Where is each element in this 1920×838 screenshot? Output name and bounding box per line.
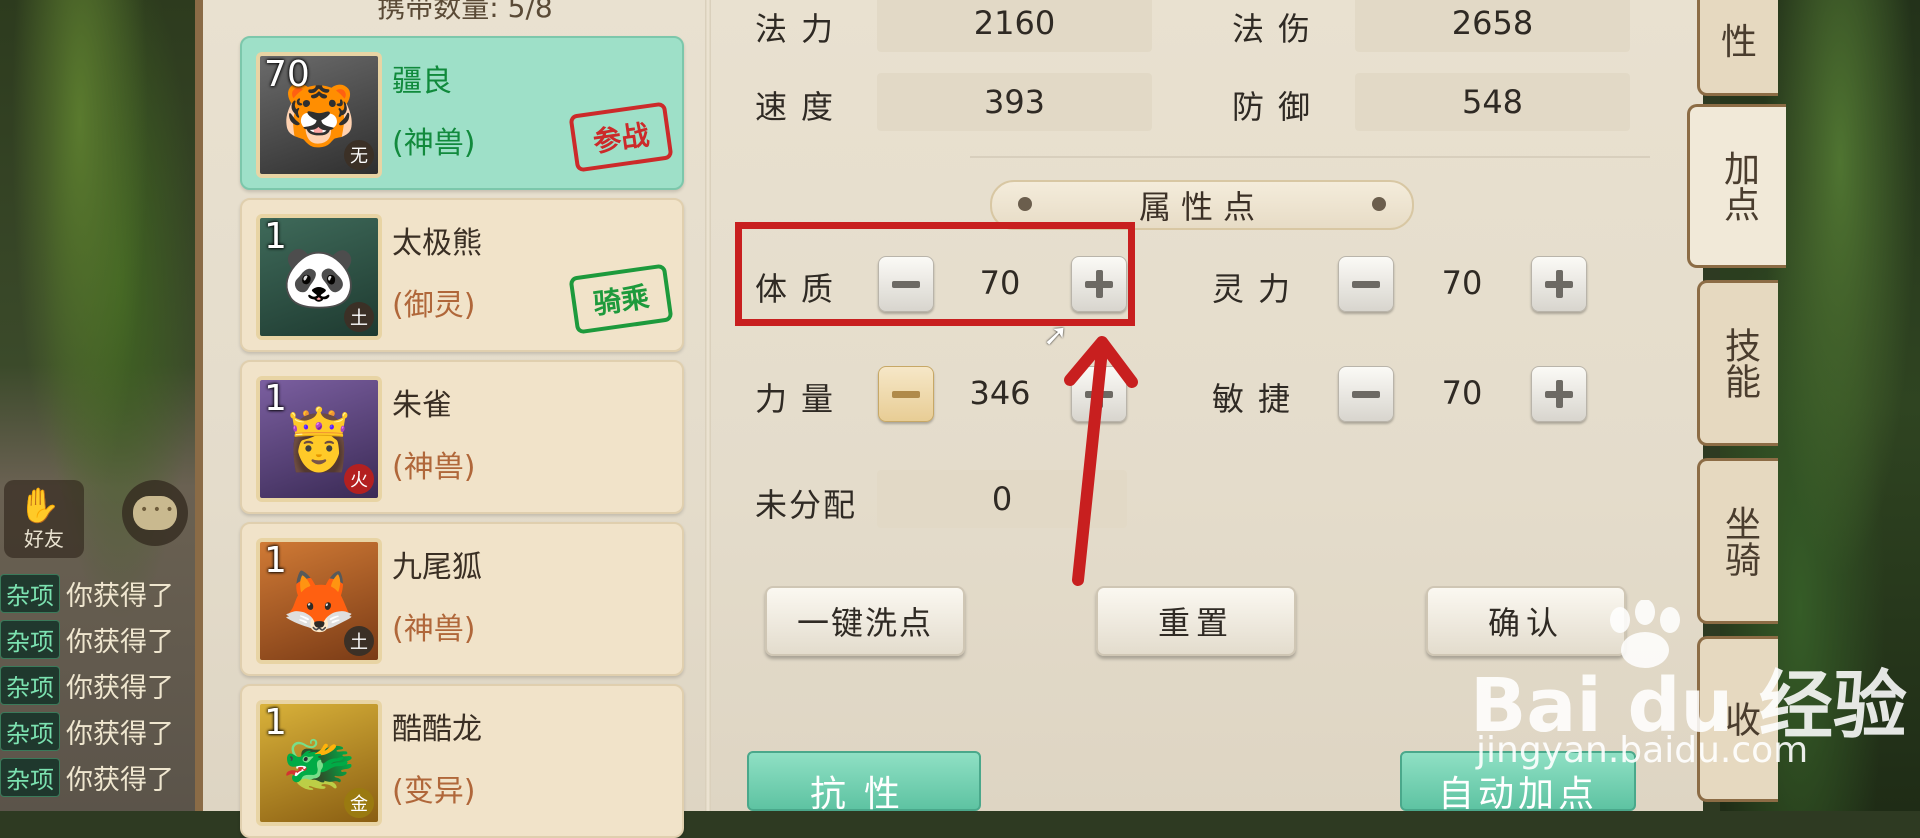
chat-tag: 杂项 [0, 711, 60, 751]
banner-rivet-icon [1372, 197, 1386, 211]
defense-value: 548 [1355, 73, 1630, 131]
chat-tag: 杂项 [0, 573, 60, 613]
minus-icon [1352, 391, 1380, 398]
highlight-frame [735, 222, 1135, 326]
strength-minus-button[interactable] [878, 366, 934, 422]
pet-portrait: 👸 1 火 [256, 376, 382, 502]
tab-label: 技能 [1719, 327, 1760, 399]
chat-line: 杂项 你获得了 [0, 662, 190, 708]
pet-level: 1 [264, 216, 287, 257]
handshake-icon: ✋ [18, 486, 61, 526]
pet-level: 70 [264, 54, 310, 95]
panel-divider [705, 0, 711, 811]
resistance-button[interactable]: 抗性 [747, 751, 981, 815]
riding-stamp: 骑乘 [568, 263, 674, 335]
pet-name: 酷酷龙 [392, 712, 482, 747]
element-badge: 土 [344, 302, 374, 332]
pet-name: 九尾狐 [392, 550, 482, 585]
speed-label: 速度 [755, 88, 848, 126]
chat-line: 杂项 你获得了 [0, 708, 190, 754]
chat-text: 你获得了 [66, 626, 174, 658]
chat-tag: 杂项 [0, 665, 60, 705]
spirit-value: 70 [1441, 264, 1483, 302]
divider-line [970, 156, 1650, 158]
tab-label: 坐骑 [1719, 505, 1760, 577]
pet-name: 太极熊 [392, 226, 482, 261]
pet-type: (神兽) [392, 612, 476, 647]
pet-card-taiji-bear[interactable]: 🐼 1 土 太极熊 (御灵) 骑乘 [240, 198, 684, 352]
minus-icon [892, 391, 920, 398]
pet-type: (御灵) [392, 288, 476, 323]
strength-label: 力量 [755, 380, 848, 418]
spirit-minus-button[interactable] [1338, 256, 1394, 312]
agility-minus-button[interactable] [1338, 366, 1394, 422]
friends-label: 好友 [24, 527, 64, 551]
chat-bubble-icon [133, 496, 177, 530]
chat-text: 你获得了 [66, 672, 174, 704]
baidu-watermark: Bai du 经验 jingyan.baidu.com [1470, 600, 1910, 800]
element-badge: 火 [344, 464, 374, 494]
tab-skills[interactable]: 技能 [1697, 280, 1778, 446]
banner-rivet-icon [1018, 197, 1032, 211]
chat-tag: 杂项 [0, 757, 60, 797]
element-badge: 金 [344, 788, 374, 818]
chat-tag: 杂项 [0, 619, 60, 659]
tab-attributes[interactable]: 性 [1697, 0, 1778, 96]
pet-count-header: 携带数量: 5/8 [377, 0, 553, 24]
friends-button[interactable]: ✋ 好友 [4, 480, 84, 558]
element-badge: 无 [344, 140, 374, 170]
reset-button[interactable]: 重置 [1096, 586, 1296, 656]
chat-text: 你获得了 [66, 580, 174, 612]
pet-name: 朱雀 [392, 388, 452, 423]
agility-label: 敏捷 [1212, 380, 1305, 418]
pet-card-kuku-dragon[interactable]: 🐲 1 金 酷酷龙 (变异) [240, 684, 684, 838]
chat-line: 杂项 你获得了 [0, 570, 190, 616]
watermark-url: jingyan.baidu.com [1476, 730, 1809, 771]
pet-portrait: 🐯 70 无 [256, 52, 382, 178]
pet-name: 疆良 [392, 64, 452, 99]
defense-label: 防御 [1232, 88, 1325, 126]
chat-line: 杂项 你获得了 [0, 616, 190, 662]
tab-label: 加点 [1718, 150, 1759, 222]
element-badge: 土 [344, 626, 374, 656]
pet-type: (神兽) [392, 126, 476, 161]
pet-type: (神兽) [392, 450, 476, 485]
chat-text: 你获得了 [66, 764, 174, 796]
chat-text: 你获得了 [66, 718, 174, 750]
magic-damage-value: 2658 [1355, 0, 1630, 52]
tab-label: 性 [1720, 22, 1757, 63]
magic-power-value: 2160 [877, 0, 1152, 52]
pet-card-zhuque[interactable]: 👸 1 火 朱雀 (神兽) [240, 360, 684, 514]
attribute-points-title: 属性点 [1138, 188, 1265, 226]
pet-portrait: 🐼 1 土 [256, 214, 382, 340]
unallocated-label: 未分配 [755, 486, 858, 524]
pet-card-nine-tail-fox[interactable]: 🦊 1 土 九尾狐 (神兽) [240, 522, 684, 676]
spirit-plus-button[interactable] [1531, 256, 1587, 312]
pet-level: 1 [264, 540, 287, 581]
agility-value: 70 [1441, 374, 1483, 412]
agility-plus-button[interactable] [1531, 366, 1587, 422]
chat-button[interactable] [122, 480, 188, 546]
pet-portrait: 🐲 1 金 [256, 700, 382, 826]
spirit-label: 灵力 [1212, 270, 1305, 308]
magic-damage-label: 法伤 [1232, 10, 1325, 48]
magic-power-label: 法力 [755, 10, 848, 48]
pet-portrait: 🦊 1 土 [256, 538, 382, 664]
wash-points-button[interactable]: 一键洗点 [765, 586, 965, 656]
pet-type: (变异) [392, 774, 476, 809]
pet-level: 1 [264, 702, 287, 743]
minus-icon [1352, 281, 1380, 288]
in-battle-stamp: 参战 [568, 101, 674, 173]
pet-card-jiangliang[interactable]: 🐯 70 无 疆良 (神兽) 参战 [240, 36, 684, 190]
chat-line: 杂项 你获得了 [0, 754, 190, 800]
red-arrow-icon [1064, 336, 1138, 586]
speed-value: 393 [877, 73, 1152, 131]
tab-add-points[interactable]: 加点 [1687, 104, 1786, 268]
chat-log[interactable]: 杂项 你获得了 杂项 你获得了 杂项 你获得了 杂项 你获得了 杂项 你获得了 [0, 570, 190, 800]
pet-level: 1 [264, 378, 287, 419]
